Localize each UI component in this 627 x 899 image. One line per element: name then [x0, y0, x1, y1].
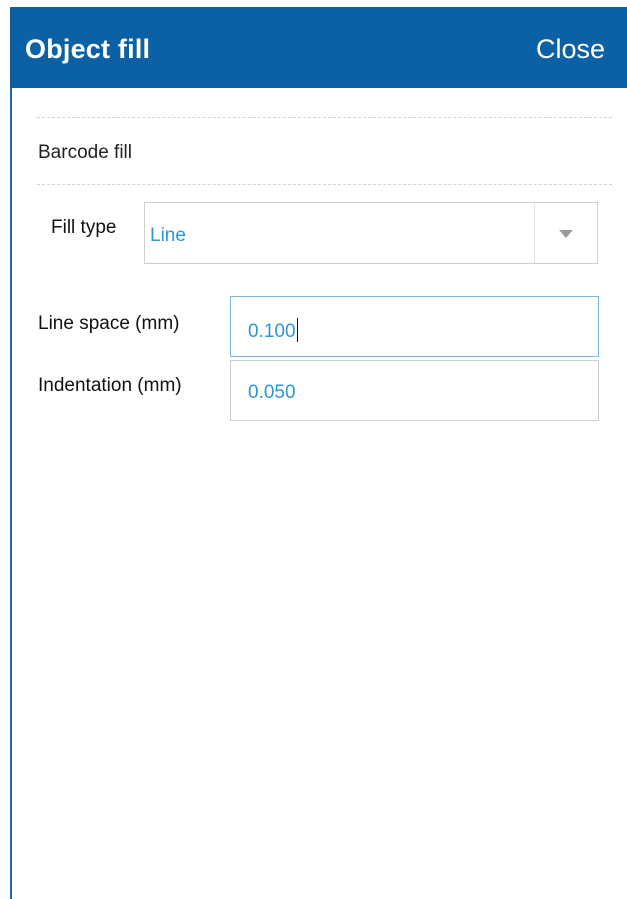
indentation-value: 0.050 — [248, 382, 296, 403]
fill-type-value: Line — [150, 225, 186, 246]
close-button[interactable]: Close — [536, 34, 605, 65]
fill-type-label: Fill type — [51, 217, 117, 238]
panel-header: Object fill Close — [10, 7, 627, 88]
indentation-label: Indentation (mm) — [38, 375, 182, 396]
panel-left-border — [10, 88, 12, 899]
divider-top — [37, 117, 612, 118]
divider-section — [37, 184, 612, 185]
section-title: Barcode fill — [38, 142, 132, 163]
text-caret — [296, 318, 298, 342]
line-space-value: 0.100 — [248, 318, 298, 343]
fill-type-select[interactable]: Line — [144, 202, 598, 264]
line-space-input[interactable]: 0.100 — [230, 296, 599, 357]
chevron-down-icon — [559, 230, 573, 238]
line-space-label: Line space (mm) — [38, 313, 180, 334]
fill-type-dropdown-button[interactable] — [534, 203, 597, 263]
object-fill-panel: Object fill Close Barcode fill Fill type… — [0, 0, 627, 899]
panel-title: Object fill — [25, 34, 151, 64]
indentation-input[interactable]: 0.050 — [230, 360, 599, 421]
